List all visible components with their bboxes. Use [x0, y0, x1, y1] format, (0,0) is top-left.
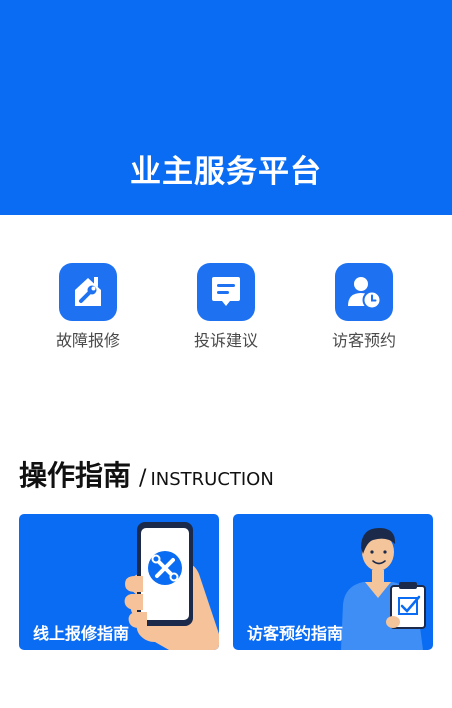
quick-action-label: 投诉建议: [193, 331, 258, 350]
quick-action-label: 访客预约: [331, 331, 396, 350]
visitor-clock-icon: [335, 263, 393, 321]
header-banner: 业主服务平台: [0, 0, 452, 215]
page-title: 业主服务平台: [130, 154, 322, 190]
message-icon: [197, 263, 255, 321]
quick-action-repair[interactable]: 故障报修: [28, 263, 148, 351]
quick-action-complaint[interactable]: 投诉建议: [166, 263, 286, 351]
guide-card-repair[interactable]: 线上报修指南: [19, 514, 219, 650]
section-title-en: INSTRUCTION: [150, 469, 274, 490]
section-title-separator: /: [139, 466, 147, 491]
section-title-cn: 操作指南: [19, 459, 132, 492]
quick-action-visitor[interactable]: 访客预约: [304, 263, 424, 351]
guide-card-label: 线上报修指南: [33, 624, 130, 643]
guide-card-label: 访客预约指南: [247, 624, 344, 643]
section-title: 操作指南 / INSTRUCTION: [19, 454, 274, 494]
house-repair-icon: [59, 263, 117, 321]
quick-action-label: 故障报修: [55, 331, 120, 350]
guide-card-visitor[interactable]: 访客预约指南: [233, 514, 433, 650]
